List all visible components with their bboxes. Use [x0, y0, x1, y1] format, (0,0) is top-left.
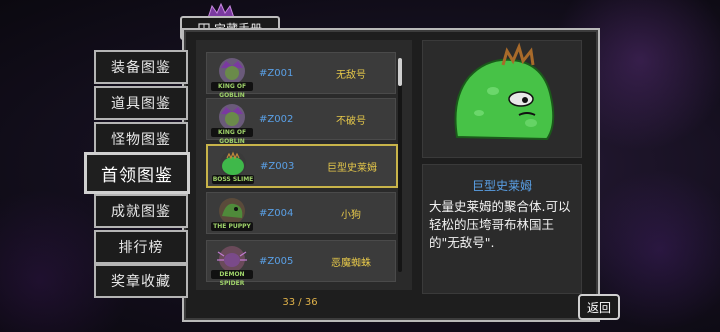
entry-code: #Z003: [260, 160, 295, 172]
list-item[interactable]: THE PUPPY #Z004 小狗: [206, 192, 396, 234]
tab-label: 道具图鉴: [111, 96, 171, 112]
entry-code: #Z001: [259, 67, 294, 79]
entry-code: #Z005: [259, 255, 294, 267]
boss-preview: [422, 40, 582, 158]
back-button[interactable]: 返回: [578, 294, 620, 320]
boss-thumbnail: KING OF GOBLIN: [209, 100, 255, 145]
list-scrollbar[interactable]: [398, 58, 402, 272]
tab-leaderboard[interactable]: 排行榜: [94, 230, 188, 264]
tab-label: 首领图鉴: [101, 165, 173, 186]
entry-name: 无敌号: [336, 69, 366, 81]
entry-code: #Z004: [259, 207, 294, 219]
boss-badge: KING OF GOBLIN: [211, 128, 253, 145]
list-item-selected[interactable]: BOSS SLIME #Z003 巨型史莱姆: [206, 144, 398, 188]
tab-equipment[interactable]: 装备图鉴: [94, 50, 188, 84]
entry-name: 恶魔蜘蛛: [331, 257, 371, 269]
tab-medals[interactable]: 奖章收藏: [94, 264, 188, 298]
list-item[interactable]: KING OF GOBLIN #Z001 无敌号: [206, 52, 396, 99]
tab-label: 装备图鉴: [111, 60, 171, 76]
boss-name: 巨型史莱姆: [471, 179, 532, 193]
tab-achievements[interactable]: 成就图鉴: [94, 194, 188, 228]
boss-thumbnail: BOSS SLIME: [210, 147, 256, 185]
boss-thumbnail: THE PUPPY: [209, 194, 255, 232]
boss-badge: KING OF GOBLIN: [211, 82, 253, 99]
entry-name: 小狗: [341, 209, 361, 221]
boss-badge: DEMON SPIDER: [211, 270, 253, 287]
tab-label: 怪物图鉴: [111, 132, 171, 148]
boss-badge: BOSS SLIME: [212, 175, 254, 184]
boss-badge: THE PUPPY: [211, 222, 253, 231]
tab-label: 排行榜: [118, 240, 164, 256]
boss-thumbnail: DEMON SPIDER: [209, 242, 255, 287]
entry-name: 巨型史莱姆: [327, 162, 377, 174]
giant-slime-image: [454, 42, 555, 141]
boss-info: 巨型史莱姆 大量史莱姆的聚合体.可以轻松的压垮哥布林国王的"无敌号".: [422, 164, 582, 294]
entry-code: #Z002: [259, 113, 294, 125]
scrollbar-thumb[interactable]: [398, 58, 402, 86]
entry-name: 不破号: [336, 115, 366, 127]
page-indicator: 33 / 36: [282, 297, 318, 308]
tab-label: 奖章收藏: [111, 274, 171, 290]
tab-bosses[interactable]: 首领图鉴: [84, 152, 190, 194]
tab-monsters[interactable]: 怪物图鉴: [94, 122, 188, 156]
list-item[interactable]: DEMON SPIDER #Z005 恶魔蜘蛛: [206, 240, 396, 287]
boss-thumbnail: KING OF GOBLIN: [209, 54, 255, 99]
tab-label: 成就图鉴: [111, 204, 171, 220]
back-label: 返回: [586, 300, 611, 315]
tab-items[interactable]: 道具图鉴: [94, 86, 188, 120]
boss-description: 大量史莱姆的聚合体.可以轻松的压垮哥布林国王的"无敌号".: [429, 199, 571, 250]
list-item[interactable]: KING OF GOBLIN #Z002 不破号: [206, 98, 396, 145]
